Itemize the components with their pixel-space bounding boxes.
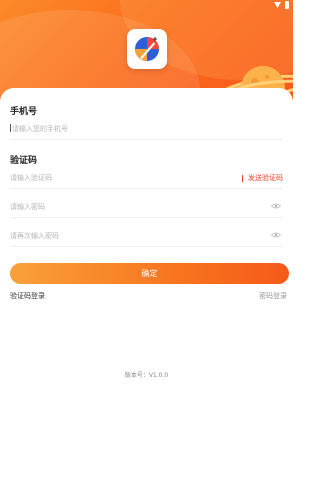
divider [10, 139, 283, 140]
password-login-link[interactable]: 密码登录 [259, 291, 287, 301]
eye-icon[interactable] [271, 232, 281, 238]
register-screen: 手机号 请输入您的手机号 验证码 请输入验证码 发送验证码 请输入密码 请再次输… [0, 0, 293, 497]
confirm-button[interactable]: 确定 [10, 263, 289, 284]
password-input[interactable]: 请输入密码 [10, 202, 45, 212]
signal-icon [274, 2, 281, 8]
app-logo [127, 29, 167, 69]
code-input[interactable]: 请输入验证码 [10, 173, 52, 183]
divider [10, 246, 283, 247]
code-label: 验证码 [10, 156, 38, 166]
eye-icon[interactable] [271, 203, 281, 209]
divider [10, 217, 283, 218]
send-code-button[interactable]: 发送验证码 [242, 173, 283, 183]
battery-icon [285, 1, 289, 9]
text-cursor [10, 124, 11, 132]
code-login-link[interactable]: 验证码登录 [10, 291, 45, 301]
version-text: 版本号：V1.0.0 [124, 372, 169, 379]
separator-bar [242, 174, 243, 182]
confirm-password-input[interactable]: 请再次输入密码 [10, 231, 59, 241]
send-code-label: 发送验证码 [248, 174, 283, 182]
phone-label: 手机号 [10, 107, 38, 117]
phone-input[interactable]: 请输入您的手机号 [10, 124, 68, 134]
status-bar [274, 1, 289, 9]
divider [10, 188, 283, 189]
phone-placeholder: 请输入您的手机号 [12, 125, 68, 133]
rocket-logo-icon [135, 37, 159, 61]
